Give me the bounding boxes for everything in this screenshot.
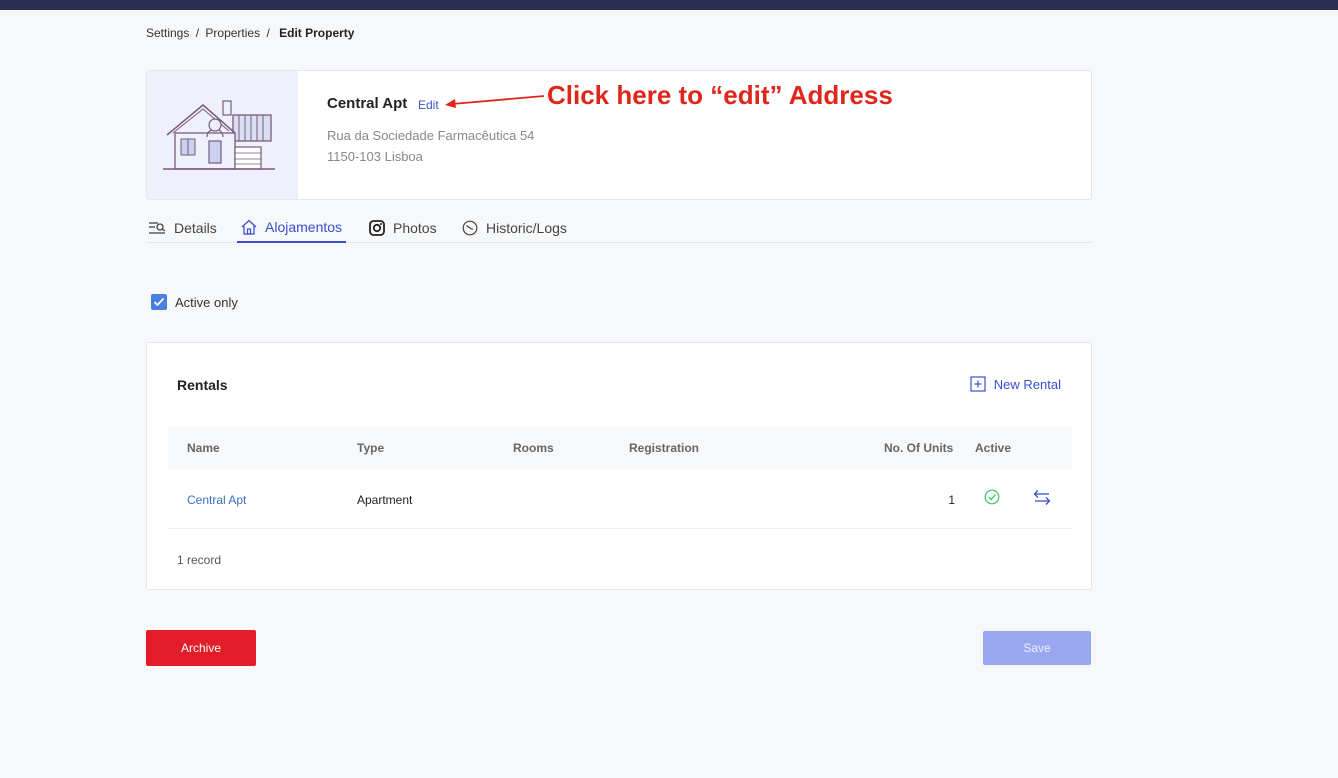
- active-only-checkbox[interactable]: [151, 294, 167, 310]
- swap-arrows-icon[interactable]: [1033, 489, 1051, 505]
- breadcrumb-current: Edit Property: [279, 26, 355, 40]
- top-bar: [0, 0, 1338, 10]
- column-header-active[interactable]: Active: [975, 441, 1011, 455]
- save-button[interactable]: Save: [983, 631, 1091, 665]
- house-illustration-icon: [163, 100, 275, 170]
- tab-historic-label: Historic/Logs: [486, 219, 567, 236]
- property-image: [147, 71, 298, 199]
- tab-historic-logs[interactable]: Historic/Logs: [462, 212, 567, 243]
- breadcrumb-properties[interactable]: Properties: [205, 26, 260, 40]
- checkmark-icon: [153, 297, 165, 307]
- rentals-title: Rentals: [177, 377, 228, 393]
- rental-name-link[interactable]: Central Apt: [187, 493, 246, 507]
- property-address-line1: Rua da Sociedade Farmacêutica 54: [327, 128, 535, 143]
- home-icon: [241, 219, 257, 235]
- history-icon: [462, 220, 478, 235]
- details-icon: [149, 221, 166, 234]
- column-header-rooms[interactable]: Rooms: [513, 441, 554, 455]
- property-name: Central Apt: [327, 95, 408, 112]
- plus-square-icon: [970, 376, 986, 392]
- rental-units: 1: [948, 493, 955, 507]
- property-address-line2: 1150-103 Lisboa: [327, 149, 423, 164]
- column-header-name[interactable]: Name: [187, 441, 220, 455]
- edit-address-link[interactable]: Edit: [418, 98, 439, 112]
- tab-photos[interactable]: Photos: [369, 212, 437, 243]
- annotation-text: Click here to “edit” Address: [547, 80, 893, 110]
- annotation-arrow-icon: [445, 95, 545, 108]
- breadcrumb: Settings / Properties / Edit Property: [146, 26, 354, 40]
- column-header-registration[interactable]: Registration: [629, 441, 699, 455]
- tab-alojamentos[interactable]: Alojamentos: [237, 212, 347, 243]
- breadcrumb-separator: /: [266, 26, 270, 40]
- breadcrumb-separator: /: [195, 26, 200, 40]
- active-check-icon: [984, 489, 1000, 505]
- breadcrumb-settings[interactable]: Settings: [146, 26, 189, 40]
- active-only-label: Active only: [175, 294, 238, 310]
- table-header: Name Type Rooms Registration No. Of Unit…: [168, 427, 1072, 469]
- tab-photos-label: Photos: [393, 219, 437, 236]
- archive-button[interactable]: Archive: [146, 630, 256, 666]
- column-header-units[interactable]: No. Of Units: [884, 441, 953, 455]
- tab-details-label: Details: [174, 219, 217, 236]
- instagram-icon: [369, 219, 385, 236]
- column-header-type[interactable]: Type: [357, 441, 384, 455]
- tab-details[interactable]: Details: [148, 212, 217, 243]
- rentals-card: Rentals New Rental Name Type Rooms Regis…: [146, 342, 1092, 590]
- record-count: 1 record: [177, 553, 222, 567]
- table-row: Central Apt Apartment 1: [168, 469, 1072, 529]
- new-rental-label: New Rental: [993, 376, 1061, 392]
- rental-type: Apartment: [357, 493, 413, 507]
- new-rental-button[interactable]: New Rental: [970, 376, 1061, 392]
- tab-bar: Details Alojamentos Photos Historic/Logs: [146, 212, 1092, 243]
- tab-alojamentos-label: Alojamentos: [265, 218, 343, 235]
- active-only-filter: Active only: [151, 294, 238, 310]
